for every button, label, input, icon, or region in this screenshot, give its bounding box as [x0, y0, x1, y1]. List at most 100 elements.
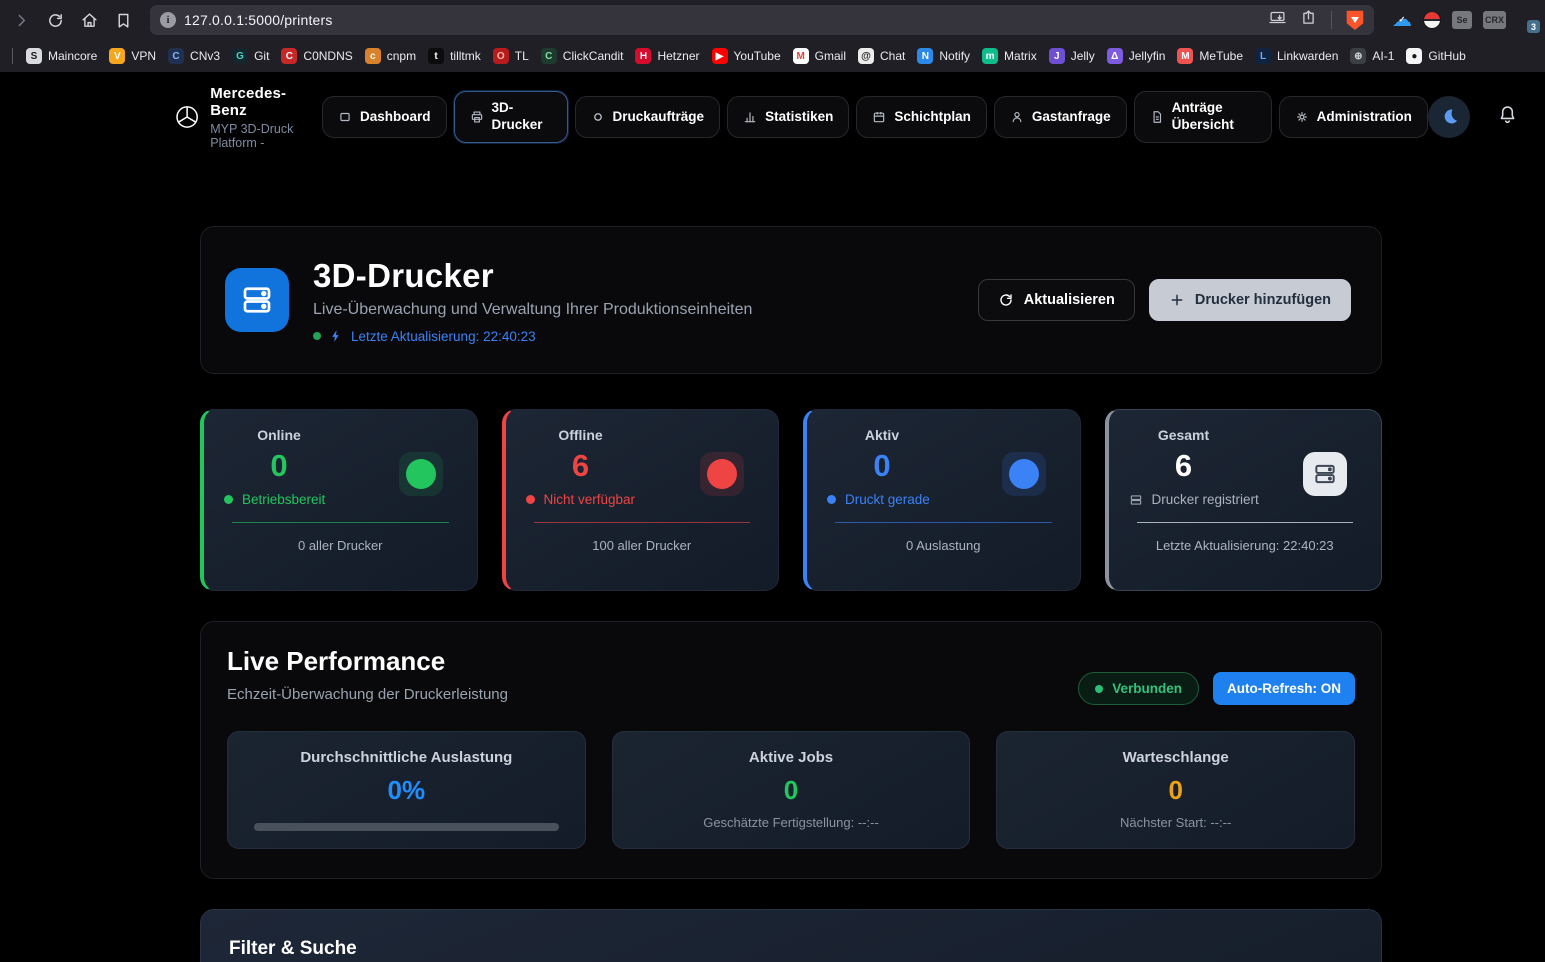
connected-badge: Verbunden [1078, 672, 1199, 705]
live-performance-subtitle: Echzeit-Überwachung der Druckerleistung [227, 686, 508, 703]
bookmark-item[interactable]: t tilltmk [423, 45, 486, 67]
auto-refresh-toggle[interactable]: Auto-Refresh: ON [1213, 672, 1355, 705]
url-text[interactable]: 127.0.0.1:5000/printers [184, 12, 1261, 28]
bookmark-favicon: ⊕ [1350, 48, 1366, 64]
crx-extension-icon[interactable]: CRX [1483, 11, 1506, 29]
bookmark-label: Chat [880, 49, 905, 63]
online-circle-icon [399, 452, 443, 496]
refresh-button[interactable]: Aktualisieren [978, 279, 1135, 321]
bookmark-item[interactable]: C ClickCandit [536, 45, 629, 67]
bookmark-item[interactable]: Δ Jellyfin [1102, 45, 1171, 67]
card-footer: 100 aller Drucker [526, 538, 759, 553]
bookmark-label: Notify [939, 49, 970, 63]
bookmark-favicon: S [26, 48, 42, 64]
bookmark-favicon: N [917, 48, 933, 64]
tab-statistiken[interactable]: Statistiken [727, 96, 849, 139]
active-circle-icon [1002, 452, 1046, 496]
bookmark-label: YouTube [734, 49, 781, 63]
card-footer: 0 aller Drucker [224, 538, 457, 553]
bookmark-item[interactable]: O TL [488, 45, 534, 67]
tab-antraege-uebersicht[interactable]: Anträge Übersicht [1134, 91, 1272, 143]
bookmark-item[interactable]: M Gmail [788, 45, 851, 67]
live-performance-title: Live Performance [227, 646, 508, 677]
reload-icon[interactable] [40, 6, 70, 34]
bookmark-favicon: C [281, 48, 297, 64]
moon-icon [1437, 105, 1461, 129]
bookmark-item[interactable]: J Jelly [1044, 45, 1100, 67]
bookmark-item[interactable]: M MeTube [1172, 45, 1248, 67]
theme-toggle-button[interactable] [1428, 96, 1470, 138]
cloud-sync-extension-icon[interactable]: ☁✓ [1392, 10, 1412, 30]
share-icon[interactable] [1300, 9, 1317, 31]
add-printer-button[interactable]: Drucker hinzufügen [1149, 279, 1351, 321]
bookmark-label: GitHub [1428, 49, 1465, 63]
tab-schichtplan[interactable]: Schichtplan [856, 96, 987, 139]
page-subtitle: Live-Überwachung und Verwaltung Ihrer Pr… [313, 301, 752, 319]
status-dot [224, 495, 233, 504]
bookmark-item[interactable]: S Maincore [21, 45, 102, 67]
tab-3d-drucker[interactable]: 3D-Drucker [454, 91, 568, 143]
bookmark-item[interactable]: H Hetzner [630, 45, 704, 67]
connected-dot [1095, 685, 1103, 693]
pokeball-extension-icon[interactable] [1423, 11, 1441, 29]
bookmark-item[interactable]: c cnpm [360, 45, 421, 67]
site-info-icon[interactable]: i [160, 12, 176, 28]
extension-badge: 3 [1527, 20, 1540, 33]
bookmark-item[interactable]: ● GitHub [1401, 45, 1470, 67]
bookmark-favicon: c [365, 48, 381, 64]
bookmark-item[interactable]: ▶ YouTube [707, 45, 786, 67]
bookmark-favicon: C [541, 48, 557, 64]
url-bar[interactable]: i 127.0.0.1:5000/printers [150, 5, 1374, 35]
bookmark-item[interactable]: @ Chat [853, 45, 910, 67]
printer-header-icon [225, 268, 289, 332]
bookmark-item[interactable]: N Notify [912, 45, 975, 67]
notifications-bell-icon[interactable] [1497, 104, 1518, 130]
online-status-dot [313, 332, 321, 340]
bookmarks-bar: S Maincore V VPN C CNv3 G Git C C0NDNS c… [0, 40, 1545, 72]
bookmark-item[interactable]: ⊕ AI-1 [1345, 45, 1399, 67]
home-icon[interactable] [74, 6, 104, 34]
tab-dashboard[interactable]: Dashboard [322, 96, 447, 139]
bookmark-item[interactable]: C C0NDNS [276, 45, 357, 67]
metric-value: 0 [1019, 775, 1332, 806]
bookmark-item[interactable]: V VPN [104, 45, 161, 67]
bookmark-item[interactable]: C CNv3 [163, 45, 225, 67]
bookmark-item[interactable]: L Linkwarden [1250, 45, 1343, 67]
bookmark-favicon: V [109, 48, 125, 64]
metric-value: 0% [250, 775, 563, 806]
bookmark-favicon: M [1177, 48, 1193, 64]
tab-druckauftraege[interactable]: Druckaufträge [575, 96, 721, 139]
bookmark-label: Linkwarden [1277, 49, 1338, 63]
bookmark-item[interactable]: G Git [227, 45, 274, 67]
filter-search-title: Filter & Suche [229, 938, 1353, 960]
bookmark-icon[interactable] [108, 6, 138, 34]
brand-subtitle: MYP 3D-Druck Platform - [210, 122, 300, 150]
offline-card: Offline 6 Nicht verfügbar 100 aller Druc… [502, 409, 780, 591]
status-label: Betriebsbereit [242, 492, 325, 507]
card-divider [534, 522, 751, 523]
filter-search-card: Filter & Suche [200, 909, 1382, 962]
card-value: 0 [873, 448, 890, 484]
metric-footer: Geschätzte Fertigstellung: --:-- [635, 815, 948, 830]
printer-icon [470, 110, 484, 124]
bookmark-label: Jellyfin [1129, 49, 1166, 63]
bookmark-favicon: M [793, 48, 809, 64]
send-to-device-icon[interactable] [1269, 9, 1286, 31]
bookmark-label: VPN [131, 49, 156, 63]
bookmark-label: TL [515, 49, 529, 63]
forward-icon[interactable] [6, 6, 36, 34]
brave-shield-icon[interactable] [1346, 10, 1364, 30]
tab-administration[interactable]: Administration [1279, 96, 1428, 139]
brand[interactable]: Mercedes-Benz MYP 3D-Druck Platform - [175, 85, 300, 150]
bookmark-favicon: G [232, 48, 248, 64]
bookmark-label: Gmail [815, 49, 846, 63]
bookmark-label: cnpm [387, 49, 416, 63]
status-label: Druckt gerade [845, 492, 930, 507]
shield-extension-icon[interactable]: 3 [1517, 10, 1535, 30]
bookmark-label: Hetzner [657, 49, 699, 63]
bookmark-item[interactable]: m Matrix [977, 45, 1042, 67]
selenium-extension-icon[interactable]: Se [1452, 11, 1472, 29]
card-value: 6 [1175, 448, 1192, 484]
card-divider [1137, 522, 1354, 523]
tab-gastanfrage[interactable]: Gastanfrage [994, 96, 1127, 139]
